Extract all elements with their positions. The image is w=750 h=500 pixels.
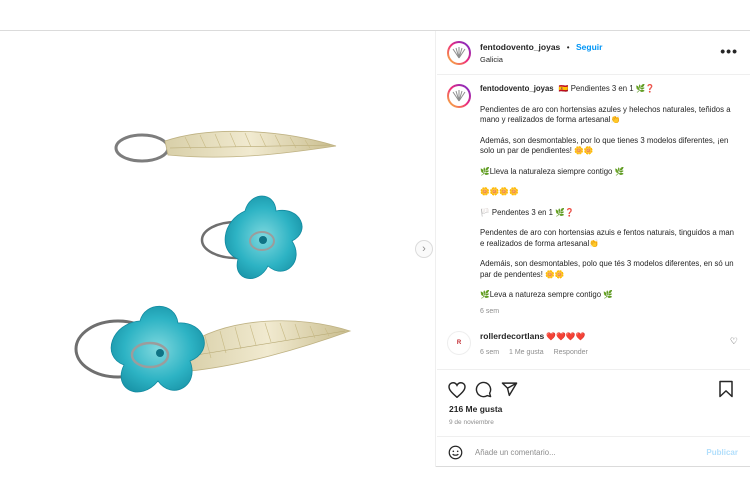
bottom-bar [0, 467, 750, 500]
caption-paragraph: 🏳️ Pendentes 3 en 1 🌿❓ [480, 207, 575, 217]
likes-count[interactable]: 216 Me gusta [449, 404, 502, 414]
publish-button[interactable]: Publicar [706, 448, 738, 457]
comment-bubble-icon[interactable] [473, 380, 493, 400]
caption-paragraph: 🌿Lleva la naturaleza siempre contigo 🌿 [480, 166, 625, 176]
bookmark-save-icon[interactable] [718, 380, 738, 400]
caption-text: fentodovento_joyas 🇪🇸 Pendientes 3 en 1 … [480, 84, 740, 317]
comment-input[interactable] [475, 447, 685, 457]
hydrangea-earring-middle [200, 195, 303, 279]
post-location[interactable]: Galicia [480, 54, 602, 66]
caption-author-avatar[interactable] [447, 84, 471, 108]
fern-earring-top [114, 130, 337, 163]
post-date[interactable]: 9 de noviembre [449, 419, 494, 426]
caption-paragraph: Además, son desmontables, por lo que tie… [480, 135, 729, 156]
add-comment-bar: Publicar [437, 436, 750, 467]
caption: fentodovento_joyas 🇪🇸 Pendientes 3 en 1 … [447, 84, 740, 317]
follow-button[interactable]: Seguir [576, 42, 602, 52]
separator-dot: • [566, 42, 570, 52]
comment-time[interactable]: 6 sem [480, 349, 499, 356]
post-actions [437, 369, 750, 409]
caption-paragraph: Pendentes de aro con hortensias azuis e … [480, 228, 734, 248]
reply-button[interactable]: Responder [554, 349, 588, 356]
share-send-icon[interactable] [499, 380, 519, 400]
comment-text: ❤️❤️❤️❤️ [546, 332, 586, 341]
like-heart-icon[interactable] [447, 380, 467, 400]
author-username[interactable]: fentodovento_joyas [480, 42, 560, 52]
caption-time[interactable]: 6 sem [480, 307, 740, 318]
post-sidebar: fentodovento_joyas • Seguir Galicia ••• [437, 31, 750, 467]
hydrangea-fern-earring-bottom [74, 305, 352, 393]
post-header: fentodovento_joyas • Seguir Galicia ••• [437, 31, 750, 75]
caption-paragraph: Pendientes de aro con hortensias azules … [480, 104, 731, 125]
top-bar [0, 0, 750, 30]
brand-logo-icon [452, 90, 466, 102]
author-avatar[interactable] [447, 40, 471, 65]
earrings-photo [74, 130, 352, 393]
more-horizontal-icon[interactable]: ••• [720, 43, 738, 59]
caption-paragraph: 🌼🌼🌼🌼 [480, 187, 519, 196]
caption-username[interactable]: fentodovento_joyas [480, 84, 554, 93]
comment-likes[interactable]: 1 Me gusta [509, 349, 544, 356]
commenter-avatar[interactable]: R [447, 331, 471, 355]
comments-section: fentodovento_joyas 🇪🇸 Pendientes 3 en 1 … [437, 76, 750, 401]
caption-paragraph: 🌿Leva a natureza sempre contigo 🌿 [480, 290, 613, 299]
comment-item: R rollerdecortlans ❤️❤️❤️❤️ 6 sem 1 Me g… [447, 331, 740, 358]
commenter-username[interactable]: rollerdecortlans [480, 331, 544, 341]
caption-paragraph: Ademáis, son desmontables, polo que tés … [480, 259, 734, 279]
post-modal: › fentodovento_joyas • Seguir Galicia ••… [0, 30, 750, 467]
instagram-post-view: › fentodovento_joyas • Seguir Galicia ••… [0, 0, 750, 500]
emoji-smiley-icon[interactable] [447, 444, 463, 460]
brand-logo-icon [452, 46, 466, 58]
comment-like-heart-icon[interactable]: ♡ [730, 336, 738, 347]
next-image-button[interactable]: › [415, 240, 433, 258]
caption-title: 🇪🇸 Pendientes 3 en 1 🌿❓ [558, 84, 656, 93]
post-image[interactable]: › [0, 31, 436, 467]
